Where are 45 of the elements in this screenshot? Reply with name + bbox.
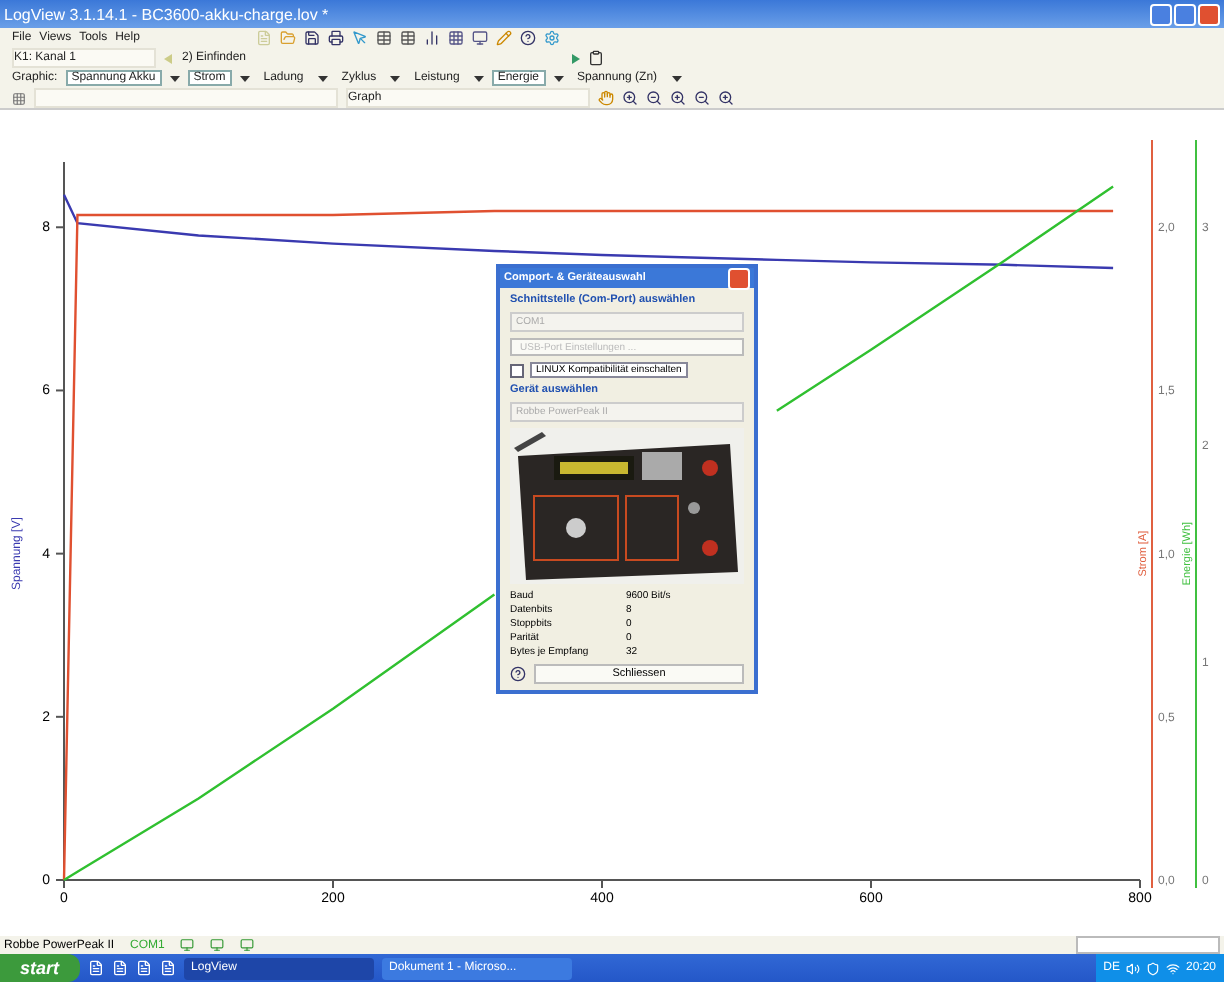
minimize-button[interactable]: [1150, 3, 1172, 25]
settings-icon[interactable]: [543, 30, 560, 46]
caret-icon: [671, 73, 682, 83]
help-icon[interactable]: [510, 666, 526, 682]
grid-icon[interactable]: [12, 91, 26, 105]
shield-icon: [1145, 961, 1160, 975]
help-icon[interactable]: [519, 30, 536, 46]
device-icon: [240, 938, 255, 952]
zoom-in-icon[interactable]: [670, 90, 686, 106]
caret-icon: [553, 73, 563, 83]
quick-launch-icon[interactable]: [135, 960, 152, 976]
zoom-in-icon[interactable]: [718, 90, 734, 106]
save-icon[interactable]: [303, 30, 320, 46]
grid-icon[interactable]: [447, 30, 464, 46]
zoom-in-icon[interactable]: [622, 90, 638, 106]
printer-icon[interactable]: [327, 30, 344, 46]
speaker-icon: [1125, 961, 1140, 975]
chart-icon[interactable]: [423, 30, 440, 46]
network-icon: [1165, 961, 1180, 975]
quick-launch-icon[interactable]: [159, 960, 176, 976]
clipboard-icon[interactable]: [588, 50, 604, 66]
maximize-button[interactable]: [1174, 3, 1196, 25]
caret-icon: [317, 73, 328, 83]
checkbox[interactable]: [510, 363, 524, 377]
pointer-icon[interactable]: [351, 30, 368, 46]
close-button[interactable]: [1198, 3, 1220, 25]
caret-icon: [169, 73, 180, 83]
window-title: LogView 3.1.14.1 - BC3600-akku-charge.lov *: [4, 5, 329, 23]
hand-icon[interactable]: [598, 90, 614, 106]
device-icon: [180, 938, 195, 952]
quick-launch-icon[interactable]: [111, 960, 128, 976]
caret-icon: [239, 73, 250, 83]
quick-launch-icon[interactable]: [87, 960, 104, 976]
device-icon: [210, 938, 225, 952]
monitor-icon[interactable]: [471, 30, 488, 46]
table-icon[interactable]: [399, 30, 416, 46]
caret-icon: [473, 73, 484, 83]
arrow-icon[interactable]: [570, 53, 580, 63]
caret-icon: [390, 73, 401, 83]
start-button[interactable]: start: [0, 954, 80, 982]
zoom-out-icon[interactable]: [694, 90, 710, 106]
close-button[interactable]: [728, 267, 750, 289]
zoom-out-icon[interactable]: [646, 90, 662, 106]
table-icon[interactable]: [375, 30, 392, 46]
pencil-icon[interactable]: [495, 30, 512, 46]
